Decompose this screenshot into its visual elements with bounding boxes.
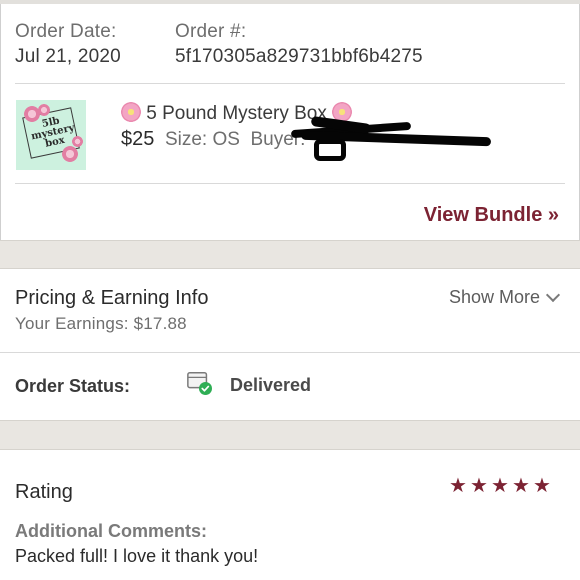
star-icon: ★: [470, 475, 488, 497]
view-bundle-link[interactable]: View Bundle »: [424, 204, 559, 227]
item-details: $25 Size: OS Buyer:: [121, 128, 305, 151]
additional-comments-label: Additional Comments:: [15, 521, 207, 541]
order-number-label: Order #:: [175, 21, 247, 42]
order-status-label: Order Status:: [15, 376, 131, 396]
star-icon: ★: [533, 475, 551, 497]
order-number-value: 5f170305a829731bbf6b4275: [175, 46, 423, 67]
item-title-text: 5 Pound Mystery Box: [146, 103, 327, 124]
star-icon: ★: [491, 475, 509, 497]
item-price: $25: [121, 128, 155, 150]
flower-icon: [72, 136, 83, 147]
flower-icon: [38, 104, 50, 116]
show-more-button[interactable]: Show More: [448, 287, 561, 308]
cherry-blossom-icon: [121, 102, 141, 122]
your-earnings: Your Earnings: $17.88: [15, 314, 187, 333]
item-size: Size: OS: [164, 129, 240, 150]
pricing-earning-card: Pricing & Earning Info Your Earnings: $1…: [0, 269, 580, 351]
rating-title: Rating: [15, 481, 73, 503]
additional-comments-text: Packed full! I love it thank you!: [15, 546, 259, 566]
pricing-title: Pricing & Earning Info: [15, 287, 209, 309]
star-icon: ★: [512, 475, 530, 497]
rating-card: Rating ★ ★ ★ ★ ★ Additional Comments: Pa…: [0, 450, 580, 580]
item-thumbnail[interactable]: 5lb mystery box: [16, 100, 86, 170]
divider: [15, 183, 565, 184]
order-date-value: Jul 21, 2020: [15, 46, 121, 67]
order-status-value: Delivered: [230, 375, 312, 395]
section-separator: [0, 420, 580, 450]
section-separator: [0, 240, 580, 269]
flower-icon: [62, 146, 78, 162]
divider: [15, 83, 565, 84]
order-status-card: Order Status: Delivered: [0, 352, 580, 420]
delivered-box-icon: [187, 371, 212, 395]
show-more-label: Show More: [448, 287, 540, 307]
chevron-down-icon: [545, 287, 561, 302]
order-summary-card: Order Date: Order #: Jul 21, 2020 5f1703…: [0, 4, 580, 240]
order-date-label: Order Date:: [15, 21, 117, 42]
star-icon: ★: [449, 475, 467, 497]
